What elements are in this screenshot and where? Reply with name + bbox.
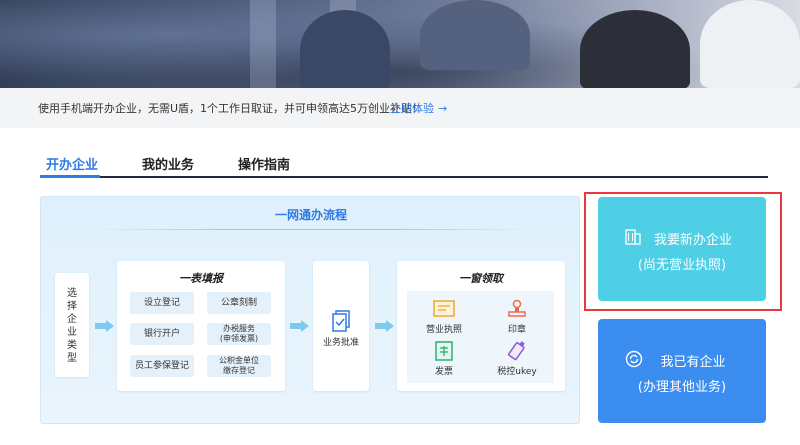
approval-label: 业务批准 [322,338,359,348]
collect-item-license: 营业执照 [414,299,474,335]
flow-arrow-icon [290,320,310,332]
try-now-link[interactable]: 立即体验 → [390,100,447,116]
tab-guide[interactable]: 操作指南 [238,154,290,173]
hero-banner [0,0,800,88]
main-tabs: 开办企业 我的业务 操作指南 [40,148,768,178]
license-icon [433,300,455,317]
flow-title: 一网通办流程 [274,208,347,222]
invoice-icon [435,341,453,361]
notice-text: 使用手机端开办企业，无需U盾，1个工作日取证，并可申领高达5万创业补贴！ [38,102,424,115]
form-fill-step: 一表填报 设立登记 公章刻制 银行开户 办税服务 (申领发票) 员工参保登记 公… [117,261,285,391]
hero-figure [580,10,690,88]
tab-open-company[interactable]: 开办企业 [46,154,98,173]
new-company-title: 我要新办企业 [653,233,732,248]
form-item-social-insurance[interactable]: 员工参保登记 [130,355,194,377]
step-char: 型 [67,353,77,364]
flow-arrow-icon [95,320,115,332]
collect-item-stamp: 印章 [487,299,547,335]
notice-bar: 使用手机端开办企业，无需U盾，1个工作日取证，并可申领高达5万创业补贴！ 立即体… [0,88,800,128]
collect-item-invoice: 发票 [414,341,474,377]
arrow-right-icon: → [438,102,448,115]
collect-label: 发票 [434,367,453,377]
stamp-icon [508,299,526,317]
form-item-bank-account[interactable]: 银行开户 [130,323,194,345]
title-divider [91,229,531,230]
collect-items-panel: 营业执照 印章 发票 税控ukey [407,291,554,383]
pill-line: 办税服务 [223,324,255,333]
form-fill-title: 一表填报 [179,272,223,285]
document-check-icon [332,310,350,332]
collect-item-ukey: 税控ukey [487,341,547,377]
hero-figure [700,0,800,88]
pill-line: (申领发票) [219,334,259,343]
new-company-button[interactable]: 我要新办企业 (尚无营业执照) [598,197,766,301]
step-char: 选 [67,288,77,299]
form-item-housing-fund[interactable]: 公积金单位 缴存登记 [207,355,271,377]
step-char: 企 [67,314,77,325]
form-item-tax[interactable]: 办税服务 (申领发票) [207,323,271,345]
existing-company-subtitle: (办理其他业务) [637,380,727,395]
step-char: 择 [67,301,77,312]
approval-step: 业务批准 [313,261,369,391]
flow-arrow-icon [375,320,395,332]
form-item-establish[interactable]: 设立登记 [130,292,194,314]
collect-title: 一窗领取 [459,272,503,285]
active-tab-indicator [40,175,100,178]
try-now-label: 立即体验 [390,102,434,115]
hero-figure [420,0,530,70]
hero-decor [250,0,276,88]
select-company-type-step: 选 择 企 业 类 型 [55,273,89,377]
hero-figure [300,10,390,88]
collect-step: 一窗领取 营业执照 印章 发票 税控ukey [397,261,565,391]
pill-line: 缴存登记 [223,366,255,375]
step-char: 类 [67,340,77,351]
step-char: 业 [67,327,77,338]
process-flow-panel: 一网通办流程 选 择 企 业 类 型 一表填报 设立登记 公章刻制 银行开户 办… [40,196,580,424]
existing-company-button[interactable]: 我已有企业 (办理其他业务) [598,319,766,423]
existing-company-title: 我已有企业 [660,355,726,370]
pill-line: 公积金单位 [219,356,259,365]
collect-label: 营业执照 [425,325,462,335]
ukey-icon [507,341,525,361]
form-item-seal[interactable]: 公章刻制 [207,292,271,314]
new-company-subtitle: (尚无营业执照) [637,258,727,273]
collect-label: 印章 [507,325,526,335]
tab-my-business[interactable]: 我的业务 [142,154,194,173]
collect-label: 税控ukey [497,367,537,377]
